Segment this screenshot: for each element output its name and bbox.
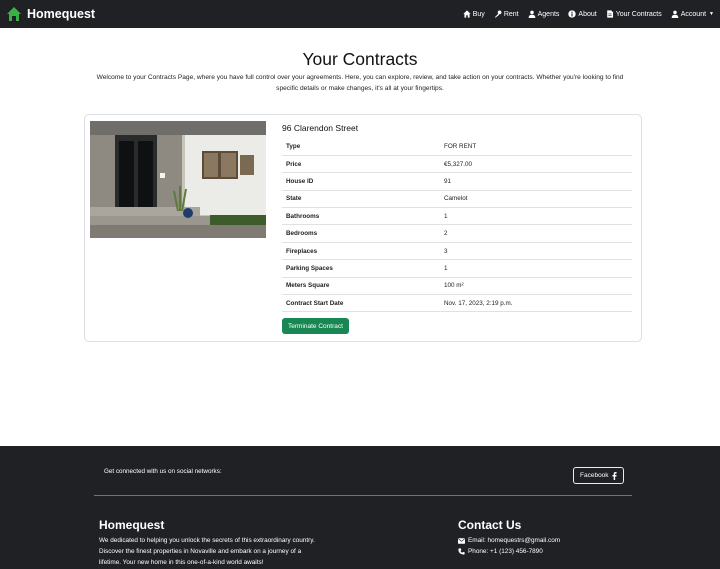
brand-link[interactable]: Homequest [6, 6, 95, 22]
info-icon [568, 10, 577, 18]
footer-contact-title: Contact Us [458, 518, 522, 532]
table-row: Meters Square 100 m² [282, 277, 632, 295]
nav-account-dropdown[interactable]: Account ▼ [671, 10, 714, 18]
detail-value: 1 [444, 264, 448, 272]
footer-divider [94, 495, 632, 496]
detail-value: 2 [444, 230, 448, 238]
detail-label: Contract Start Date [286, 299, 344, 307]
nav-account-label: Account [680, 10, 707, 18]
contact-email-text: Email: homequestrs@gmail.com [468, 537, 561, 544]
nav-buy-label: Buy [472, 10, 485, 18]
brand-name: Homequest [27, 7, 96, 21]
detail-label: Price [286, 160, 302, 168]
table-row: Parking Spaces 1 [282, 260, 632, 278]
contact-phone-text: Phone: +1 (123) 456-7890 [468, 548, 543, 555]
detail-value: 100 m² [444, 282, 464, 290]
facebook-button[interactable]: Facebook [573, 467, 624, 484]
phone-icon [458, 548, 465, 555]
home-icon [463, 10, 471, 18]
nav-agents[interactable]: Agents [528, 10, 560, 18]
nav-about[interactable]: About [568, 10, 597, 18]
contact-email: Email: homequestrs@gmail.com [458, 535, 560, 546]
nav-buy[interactable]: Buy [463, 10, 485, 18]
table-row: State Camelot [282, 190, 632, 208]
contact-phone: Phone: +1 (123) 456-7890 [458, 546, 560, 557]
document-icon [606, 10, 613, 18]
contract-card: 96 Clarendon Street Type FOR RENT Price €5… [84, 114, 642, 342]
contract-details-table: Type FOR RENT Price €5,327.00 House ID 91 S… [282, 138, 632, 312]
facebook-label: Facebook [580, 472, 609, 479]
footer-about-title: Homequest [99, 518, 165, 532]
social-text: Get connected with us on social networks… [104, 468, 222, 475]
table-row: Type FOR RENT [282, 138, 632, 156]
detail-label: House ID [286, 177, 314, 185]
detail-label: State [286, 195, 302, 203]
nav-your-contracts-label: Your Contracts [615, 10, 662, 18]
table-row: Price €5,327.00 [282, 155, 632, 173]
property-address: 96 Clarendon Street [282, 123, 359, 133]
table-row: Bedrooms 2 [282, 225, 632, 243]
detail-value: 91 [444, 177, 452, 185]
facebook-icon [612, 471, 617, 480]
nav-rent[interactable]: Rent [494, 10, 519, 18]
detail-label: Meters Square [286, 282, 330, 290]
detail-label: Fireplaces [286, 247, 318, 255]
key-icon [494, 10, 502, 18]
detail-value: 3 [444, 247, 448, 255]
chevron-down-icon: ▼ [709, 11, 714, 17]
detail-label: Bedrooms [286, 230, 318, 238]
table-row: Fireplaces 3 [282, 242, 632, 260]
house-logo-icon [7, 7, 21, 21]
nav-links: Buy Rent Agents About Your Contracts Acc… [463, 10, 714, 18]
user-icon [671, 10, 679, 18]
table-row: Bathrooms 1 [282, 208, 632, 225]
page-title: Your Contracts [302, 49, 418, 69]
nav-agents-label: Agents [537, 10, 560, 18]
detail-value: Nov. 17, 2023, 2:19 p.m. [444, 299, 513, 307]
detail-value: Camelot [444, 195, 468, 203]
detail-label: Parking Spaces [286, 264, 333, 272]
table-row: House ID 91 [282, 173, 632, 191]
table-row: Contract Start Date Nov. 17, 2023, 2:19 p… [282, 295, 632, 312]
detail-value: 1 [444, 212, 448, 220]
nav-your-contracts[interactable]: Your Contracts [606, 10, 662, 18]
footer-about-text: We dedicated to helping you unlock the s… [99, 537, 315, 566]
navbar: Homequest Buy Rent Agents About Your Con… [0, 0, 720, 28]
envelope-icon [458, 537, 465, 544]
detail-value: €5,327.00 [444, 160, 473, 168]
footer: Get connected with us on social networks… [0, 446, 720, 569]
page-intro: Welcome to your Contracts Page, where yo… [96, 74, 624, 92]
detail-label: Bathrooms [286, 212, 320, 220]
detail-label: Type [286, 142, 301, 150]
contact-list: Email: homequestrs@gmail.com Phone: +1 (… [458, 535, 560, 557]
nav-about-label: About [578, 10, 597, 18]
terminate-contract-button[interactable]: Terminate Contract [282, 318, 349, 334]
property-photo [90, 121, 266, 238]
nav-rent-label: Rent [503, 10, 519, 18]
users-icon [528, 10, 535, 18]
detail-value: FOR RENT [444, 142, 477, 150]
